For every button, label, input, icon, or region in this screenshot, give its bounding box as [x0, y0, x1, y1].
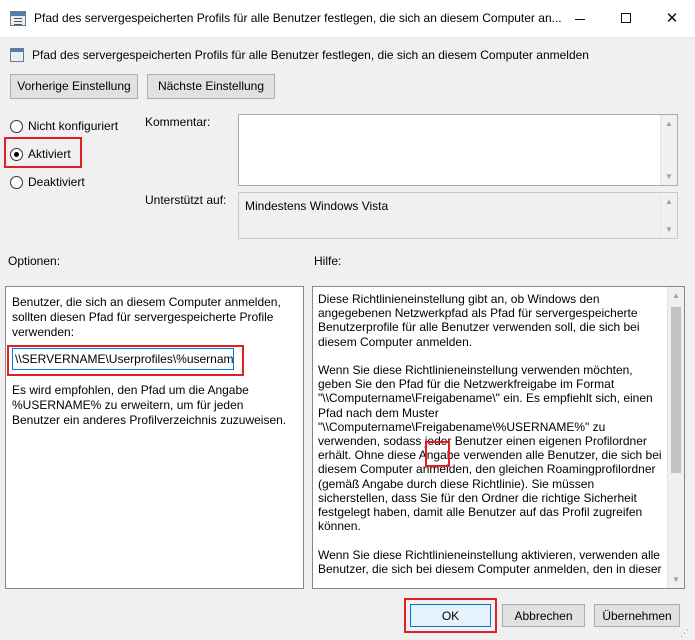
minimize-icon [575, 19, 585, 20]
scroll-down-icon[interactable]: ▼ [661, 221, 677, 238]
scroll-up-icon[interactable]: ▲ [661, 115, 677, 132]
supported-field: Mindestens Windows Vista ▲ ▼ [238, 192, 678, 239]
policy-icon [10, 11, 26, 26]
highlight-help-word [425, 441, 450, 467]
apply-button[interactable]: Übernehmen [594, 604, 680, 627]
radio-not-configured[interactable]: Nicht konfiguriert [10, 118, 118, 134]
radio-disabled[interactable]: Deaktiviert [10, 174, 85, 190]
maximize-icon [621, 13, 631, 23]
comment-scrollbar[interactable]: ▲ ▼ [660, 115, 677, 185]
close-button[interactable]: ✕ [649, 0, 695, 38]
scroll-down-icon[interactable]: ▼ [668, 571, 684, 588]
scroll-thumb[interactable] [671, 307, 681, 473]
radio-circle [10, 119, 23, 133]
highlight-ok [404, 598, 497, 633]
highlight-enabled [4, 137, 82, 168]
next-setting-button[interactable]: Nächste Einstellung [147, 74, 275, 99]
scroll-up-icon[interactable]: ▲ [668, 287, 684, 304]
scroll-down-icon[interactable]: ▼ [661, 168, 677, 185]
options-hint: Es wird empfohlen, den Pfad um die Angab… [12, 383, 287, 427]
maximize-button[interactable] [603, 0, 649, 38]
minimize-button[interactable] [557, 0, 603, 38]
cancel-button[interactable]: Abbrechen [502, 604, 585, 627]
help-panel: Diese Richtlinieneinstellung gibt an, ob… [312, 286, 685, 589]
supported-value: Mindestens Windows Vista [245, 199, 389, 213]
comment-label: Kommentar: [145, 115, 211, 129]
close-icon: ✕ [665, 10, 679, 27]
radio-label: Nicht konfiguriert [28, 119, 119, 133]
previous-setting-button[interactable]: Vorherige Einstellung [10, 74, 138, 99]
comment-field[interactable]: ▲ ▼ [238, 114, 678, 186]
highlight-path-input [7, 345, 244, 376]
help-scrollbar[interactable]: ▲ ▼ [667, 287, 684, 588]
setting-icon [10, 48, 24, 62]
options-label: Optionen: [8, 254, 61, 268]
options-description: Benutzer, die sich an diesem Computer an… [12, 295, 281, 339]
radio-label: Deaktiviert [28, 175, 85, 189]
supported-label: Unterstützt auf: [145, 193, 227, 207]
supported-scrollbar[interactable]: ▲ ▼ [660, 193, 677, 238]
help-label: Hilfe: [314, 254, 342, 268]
scroll-up-icon[interactable]: ▲ [661, 193, 677, 210]
options-panel: Benutzer, die sich an diesem Computer an… [5, 286, 304, 589]
help-text: Diese Richtlinieneinstellung gibt an, ob… [318, 292, 662, 576]
radio-circle [10, 175, 23, 189]
setting-title: Pfad des servergespeicherten Profils für… [32, 48, 589, 62]
window-title: Pfad des servergespeicherten Profils für… [34, 11, 562, 25]
title-bar: Pfad des servergespeicherten Profils für… [0, 0, 695, 38]
resize-grip-icon[interactable]: ⋰ [680, 628, 690, 638]
